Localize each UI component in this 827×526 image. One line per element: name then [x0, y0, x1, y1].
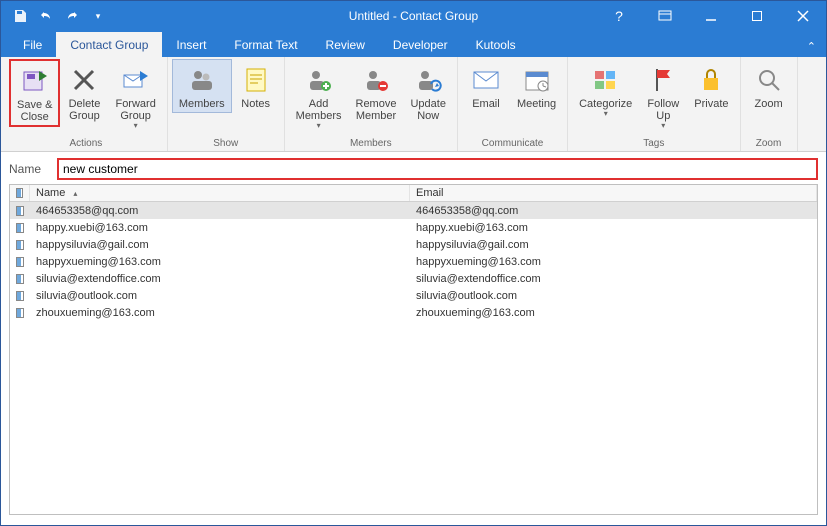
flag-icon [647, 64, 679, 96]
delete-group-button[interactable]: DeleteGroup [60, 59, 108, 125]
ribbon-display-icon[interactable] [642, 1, 688, 31]
member-name: happy.xuebi@163.com [30, 222, 410, 234]
member-list: Name Email 464653358@qq.com464653358@qq.… [9, 184, 818, 515]
ribbon-tabs: File Contact Group Insert Format Text Re… [1, 31, 826, 57]
member-email: happysiluvia@gail.com [410, 239, 817, 251]
forward-group-button[interactable]: ForwardGroup [108, 59, 162, 134]
tab-insert[interactable]: Insert [162, 32, 220, 57]
email-icon [470, 64, 502, 96]
private-button[interactable]: Private [687, 59, 735, 113]
tab-format-text[interactable]: Format Text [220, 32, 311, 57]
column-email[interactable]: Email [410, 185, 817, 201]
table-row[interactable]: happysiluvia@gail.comhappysiluvia@gail.c… [10, 236, 817, 253]
save-icon[interactable] [9, 5, 31, 27]
contact-card-icon [10, 308, 30, 318]
remove-member-button[interactable]: RemoveMember [349, 59, 404, 125]
column-name[interactable]: Name [30, 185, 410, 201]
members-button[interactable]: Members [172, 59, 232, 113]
member-name: siluvia@extendoffice.com [30, 273, 410, 285]
member-name: zhouxueming@163.com [30, 307, 410, 319]
qat-customize-icon[interactable]: ▾ [87, 5, 109, 27]
tab-developer[interactable]: Developer [379, 32, 462, 57]
member-name: happyxueming@163.com [30, 256, 410, 268]
notes-icon [240, 64, 272, 96]
delete-icon [68, 64, 100, 96]
collapse-ribbon-icon[interactable]: ⌃ [797, 36, 826, 57]
redo-icon[interactable] [61, 5, 83, 27]
member-email: happyxueming@163.com [410, 256, 817, 268]
save-close-icon [19, 65, 51, 97]
member-name: siluvia@outlook.com [30, 290, 410, 302]
tab-file[interactable]: File [9, 32, 56, 57]
window-title: Untitled - Contact Group [349, 9, 478, 23]
table-row[interactable]: happyxueming@163.comhappyxueming@163.com [10, 253, 817, 270]
undo-icon[interactable] [35, 5, 57, 27]
zoom-button[interactable]: Zoom [745, 59, 793, 113]
maximize-icon[interactable] [734, 1, 780, 31]
group-show: Members Notes Show [168, 57, 285, 151]
add-members-button[interactable]: AddMembers [289, 59, 349, 134]
contact-card-icon [10, 223, 30, 233]
tab-review[interactable]: Review [312, 32, 379, 57]
table-row[interactable]: zhouxueming@163.comzhouxueming@163.com [10, 304, 817, 321]
help-icon[interactable]: ? [596, 1, 642, 31]
table-row[interactable]: siluvia@outlook.comsiluvia@outlook.com [10, 287, 817, 304]
ribbon: Save &Close DeleteGroup ForwardGroup Act… [1, 57, 826, 152]
group-communicate: Email Meeting Communicate [458, 57, 568, 151]
member-email: 464653358@qq.com [410, 205, 817, 217]
tab-kutools[interactable]: Kutools [462, 32, 530, 57]
contact-card-icon [10, 240, 30, 250]
contact-card-icon [10, 291, 30, 301]
table-row[interactable]: siluvia@extendoffice.comsiluvia@extendof… [10, 270, 817, 287]
window-controls: ? [596, 1, 826, 31]
contact-card-icon [16, 188, 23, 198]
title-bar: ▾ Untitled - Contact Group ? [1, 1, 826, 31]
member-email: siluvia@outlook.com [410, 290, 817, 302]
member-email: happy.xuebi@163.com [410, 222, 817, 234]
group-zoom: Zoom Zoom [741, 57, 798, 151]
add-members-icon [303, 64, 335, 96]
member-name: happysiluvia@gail.com [30, 239, 410, 251]
meeting-button[interactable]: Meeting [510, 59, 563, 113]
tab-contact-group[interactable]: Contact Group [56, 32, 162, 57]
minimize-icon[interactable] [688, 1, 734, 31]
column-icon[interactable] [10, 185, 30, 201]
member-name: 464653358@qq.com [30, 205, 410, 217]
group-actions: Save &Close DeleteGroup ForwardGroup Act… [5, 57, 168, 151]
table-row[interactable]: 464653358@qq.com464653358@qq.com [10, 202, 817, 219]
member-email: siluvia@extendoffice.com [410, 273, 817, 285]
members-icon [186, 64, 218, 96]
lock-icon [695, 64, 727, 96]
group-members: AddMembers RemoveMember UpdateNow Member… [285, 57, 458, 151]
update-now-button[interactable]: UpdateNow [403, 59, 452, 125]
name-label: Name [9, 162, 47, 176]
quick-access-toolbar: ▾ [1, 5, 109, 27]
follow-up-button[interactable]: FollowUp [639, 59, 687, 134]
list-header: Name Email [10, 185, 817, 202]
forward-icon [120, 64, 152, 96]
update-icon [412, 64, 444, 96]
close-icon[interactable] [780, 1, 826, 31]
member-email: zhouxueming@163.com [410, 307, 817, 319]
contact-card-icon [10, 206, 30, 216]
contact-card-icon [10, 274, 30, 284]
name-field-row: Name [1, 152, 826, 184]
contact-card-icon [10, 257, 30, 267]
email-button[interactable]: Email [462, 59, 510, 113]
table-row[interactable]: happy.xuebi@163.comhappy.xuebi@163.com [10, 219, 817, 236]
categorize-button[interactable]: Categorize [572, 59, 639, 122]
save-and-close-button[interactable]: Save &Close [9, 59, 60, 127]
group-tags: Categorize FollowUp Private Tags [568, 57, 740, 151]
meeting-icon [521, 64, 553, 96]
remove-member-icon [360, 64, 392, 96]
group-name-input[interactable] [57, 158, 818, 180]
notes-button[interactable]: Notes [232, 59, 280, 113]
zoom-icon [753, 64, 785, 96]
categorize-icon [590, 64, 622, 96]
